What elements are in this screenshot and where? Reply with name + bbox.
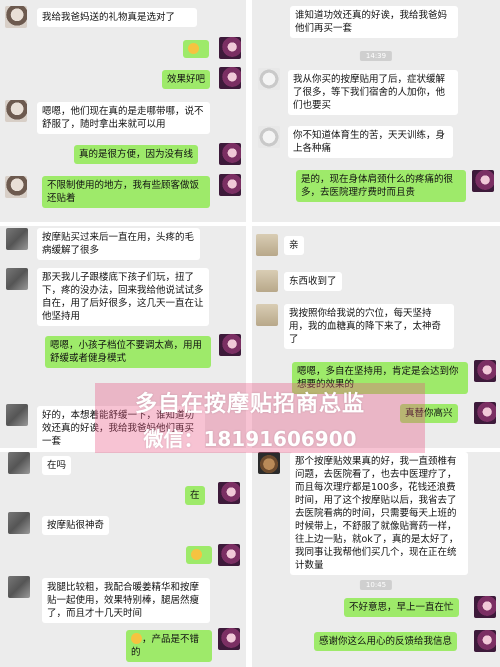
message-bubble: 我给我爸妈送的礼物真是选对了 — [37, 8, 197, 27]
watermark-title: 多自在按摩贴招商总监 — [134, 392, 365, 417]
avatar[interactable] — [218, 628, 240, 650]
avatar[interactable] — [218, 544, 240, 566]
emoji-icon — [191, 549, 202, 560]
message-bubble: 我腿比较粗，我配合暖姜精华和按摩贴一起使用，效果特别棒，腿居然瘦了，而且才十几天… — [42, 578, 210, 623]
emoji-bubble — [186, 546, 212, 564]
message-bubble: 效果好吧 — [162, 70, 211, 89]
message-bubble: 亲 — [284, 236, 304, 255]
avatar[interactable] — [474, 630, 496, 652]
avatar[interactable] — [8, 512, 30, 534]
message-bubble: 按摩贴买过来后一直在用，头疼的毛病缓解了很多 — [37, 228, 200, 260]
message-bubble: 那个按摩贴效果真的好，我一直颈椎有问题，去医院看了，也去中医理疗了，而且每次理疗… — [290, 452, 468, 575]
message-bubble: 是的，现在身体肩颈什么的疼痛的很多，去医院理疗费时而且贵 — [296, 170, 466, 202]
message-bubble: 真的是很方便，因为没有线 — [74, 145, 199, 164]
message-bubble: ，产品是不错的 — [126, 630, 212, 662]
emoji-bubble — [183, 40, 209, 58]
emoji-icon — [188, 43, 199, 54]
avatar[interactable] — [219, 334, 241, 356]
avatar[interactable] — [8, 576, 30, 598]
message-bubble: 那天我儿子跟楼底下孩子们玩，扭了下，疼的没办法，回来我给他说试试多自在，用了后好… — [37, 268, 209, 326]
avatar[interactable] — [6, 228, 28, 250]
message-bubble: 在 — [185, 486, 205, 505]
chat-panel-1: 我给我爸妈送的礼物真是选对了 效果好吧 嗯嗯，他们现在真的是走哪带哪，说不舒服了… — [0, 0, 246, 222]
message-bubble: 嗯嗯，小孩子档位不要调太高，用用舒缓或者健身模式 — [45, 336, 211, 368]
message-bubble: 按摩贴很神奇 — [42, 516, 110, 535]
avatar[interactable] — [5, 100, 27, 122]
message-bubble: 嗯嗯，他们现在真的是走哪带哪，说不舒服了，随时拿出来就可以用 — [37, 102, 210, 134]
avatar[interactable] — [472, 170, 494, 192]
message-text: ，产品是不错的 — [131, 634, 200, 658]
emoji-icon — [131, 633, 142, 644]
message-bubble: 我从你买的按摩贴用了后，症状缓解了很多，等下我们宿舍的人加你，他们也要买 — [288, 70, 458, 115]
avatar[interactable] — [218, 482, 240, 504]
message-bubble: 不好意思，早上一直在忙 — [344, 598, 459, 617]
avatar[interactable] — [219, 67, 241, 89]
avatar[interactable] — [474, 596, 496, 618]
message-bubble: 在吗 — [42, 456, 72, 475]
chat-panel-2: 谁知道功效还真的好诶，我给我爸妈他们再买一套 14:39 我从你买的按摩贴用了后… — [252, 0, 500, 222]
watermark-contact: 微信：18191606900 — [143, 427, 357, 451]
avatar[interactable] — [219, 143, 241, 165]
chat-panel-5: 在吗 在 按摩贴很神奇 我腿比较粗，我配合暖姜精华和按摩贴一起使用，效果特别棒，… — [0, 452, 246, 667]
avatar[interactable] — [5, 176, 27, 198]
avatar[interactable] — [258, 452, 280, 474]
message-bubble: 不限制使用的地方，我有些顾客做饭还贴着 — [42, 176, 210, 208]
avatar[interactable] — [219, 174, 241, 196]
avatar[interactable] — [5, 6, 27, 28]
message-bubble: 感谢你这么用心的反馈给我信息 — [314, 632, 458, 651]
avatar[interactable] — [256, 234, 278, 256]
timestamp: 14:39 — [359, 51, 393, 61]
avatar[interactable] — [219, 37, 241, 59]
avatar[interactable] — [256, 304, 278, 326]
message-bubble: 谁知道功效还真的好诶，我给我爸妈他们再买一套 — [290, 6, 458, 38]
avatar[interactable] — [258, 68, 280, 90]
message-bubble: 你不知道体育生的苦，天天训练，身上各种痛 — [288, 126, 453, 158]
chat-panel-6: 那个按摩贴效果真的好，我一直颈椎有问题，去医院看了，也去中医理疗了，而且每次理疗… — [252, 452, 500, 667]
avatar[interactable] — [8, 452, 30, 474]
avatar[interactable] — [6, 268, 28, 290]
message-bubble: 东西收到了 — [284, 272, 342, 291]
avatar[interactable] — [474, 360, 496, 382]
timestamp: 10:45 — [359, 580, 393, 590]
avatar[interactable] — [256, 270, 278, 292]
avatar[interactable] — [258, 126, 280, 148]
message-bubble: 我按照你给我说的穴位，每天坚持用，我的血糖真的降下来了，太神奇了 — [284, 304, 454, 349]
